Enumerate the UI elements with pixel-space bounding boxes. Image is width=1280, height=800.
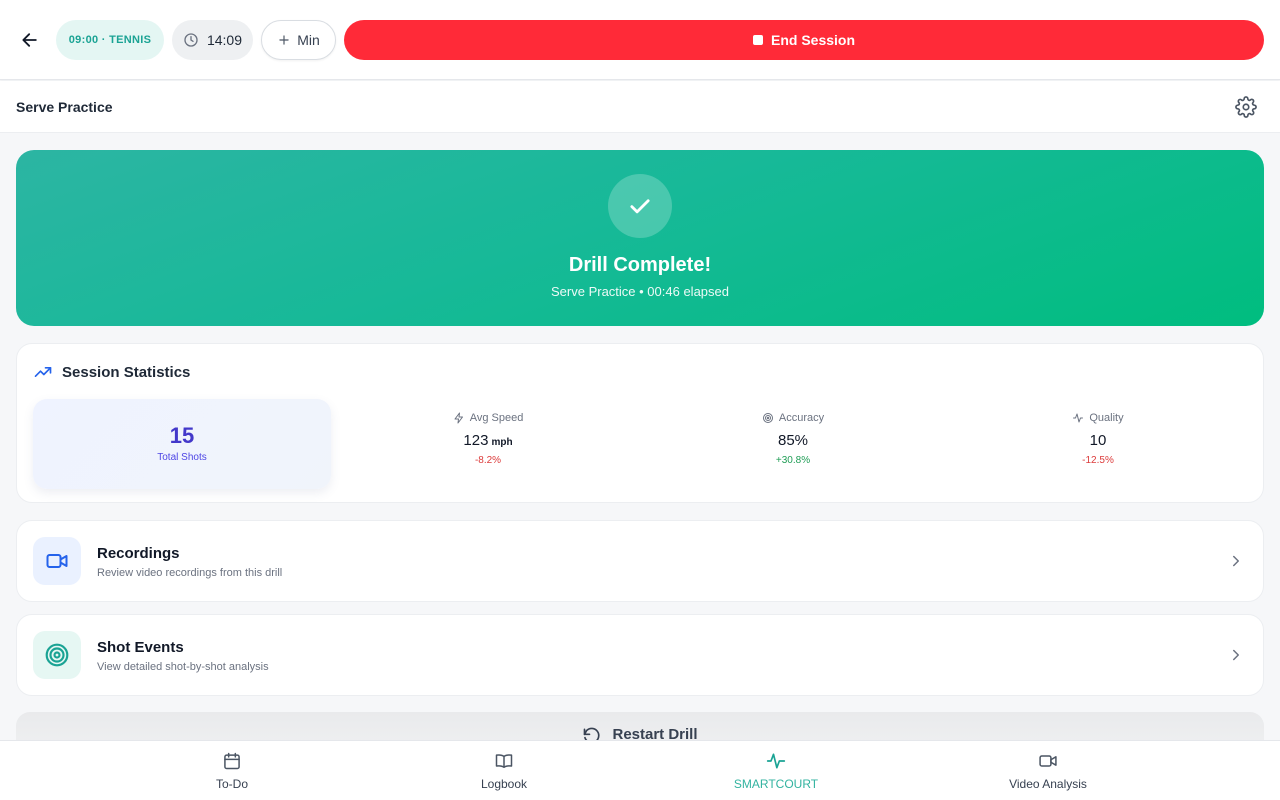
gear-icon [1235, 96, 1257, 118]
stats-header: Session Statistics [33, 362, 190, 382]
stat-unit: mph [491, 437, 513, 448]
shot-events-card[interactable]: Shot Events View detailed shot-by-shot a… [16, 614, 1264, 696]
top-bar: 09:00 · TENNIS 14:09 Min End Session [0, 0, 1280, 80]
nav-label: Video Analysis [1009, 777, 1087, 791]
stat-delta: -8.2% [474, 455, 502, 466]
stats-title: Session Statistics [62, 363, 191, 381]
target-icon [45, 643, 69, 667]
session-sport-badge: 09:00 · TENNIS [56, 20, 164, 60]
end-session-label: End Session [770, 32, 856, 48]
video-icon [1039, 755, 1057, 767]
shot-events-title: Shot Events [97, 639, 184, 656]
clock-icon [184, 33, 198, 47]
arrow-left-icon [22, 33, 37, 47]
chevron-right-icon [1233, 649, 1239, 661]
activity-icon [1073, 413, 1084, 423]
stat-label: Quality [1089, 412, 1124, 424]
shot-events-subtitle: View detailed shot-by-shot analysis [97, 661, 269, 673]
stat-value: 10 [1089, 432, 1107, 449]
add-minute-button[interactable]: Min [261, 20, 336, 60]
drill-complete-banner: Drill Complete! Serve Practice • 00:46 e… [16, 150, 1264, 326]
back-button[interactable] [16, 26, 44, 54]
stat-value: 123 [463, 432, 489, 449]
drill-complete-title: Drill Complete! [568, 254, 712, 276]
total-shots-value: 15 [169, 423, 195, 448]
recordings-card[interactable]: Recordings Review video recordings from … [16, 520, 1264, 602]
drill-title: Serve Practice [16, 99, 113, 115]
add-minute-label: Min [297, 32, 320, 48]
calendar-icon [224, 752, 240, 770]
drill-complete-subtitle: Serve Practice • 00:46 elapsed [551, 284, 729, 299]
target-icon [762, 413, 773, 423]
pulse-icon [766, 753, 786, 769]
nav-item-video-analysis[interactable]: Video Analysis [948, 741, 1148, 800]
recordings-subtitle: Review video recordings from this drill [97, 567, 283, 579]
nav-item-todo[interactable]: To-Do [132, 741, 332, 800]
total-shots-tile: 15 Total Shots [33, 399, 331, 489]
stat-avg-speed: Avg Speed 123 mph -8.2% [388, 412, 588, 466]
nav-label: SMARTCOURT [733, 777, 819, 791]
book-icon [495, 754, 513, 768]
nav-label: To-Do [215, 777, 248, 791]
recordings-title: Recordings [97, 545, 180, 562]
chevron-right-icon [1233, 555, 1239, 567]
nav-item-smartcourt[interactable]: SMARTCOURT [676, 741, 876, 800]
stat-label: Avg Speed [469, 412, 524, 424]
drill-header: Serve Practice [0, 81, 1280, 133]
session-sport-label: 09:00 · TENNIS [68, 34, 152, 46]
stat-delta: +30.8% [775, 455, 811, 466]
nav-label: Logbook [480, 777, 528, 791]
nav-item-logbook[interactable]: Logbook [404, 741, 604, 800]
plus-icon [279, 35, 289, 45]
zap-icon [454, 412, 463, 424]
stat-accuracy: Accuracy 85% +30.8% [693, 412, 893, 466]
trending-up-icon [34, 367, 52, 377]
check-icon [630, 199, 650, 214]
session-timer: 14:09 [172, 20, 253, 60]
stat-delta: -12.5% [1082, 455, 1114, 466]
settings-button[interactable] [1235, 96, 1257, 118]
shot-events-icon-tile [33, 631, 81, 679]
stat-value: 85% [777, 432, 809, 449]
bottom-navigation: To-Do Logbook SMARTCOURT Video Analysis [0, 740, 1280, 800]
total-shots-label: Total Shots [157, 452, 207, 463]
session-statistics-card: Session Statistics 15 Total Shots Avg Sp… [16, 343, 1264, 503]
stat-label: Accuracy [778, 412, 825, 424]
video-icon [46, 554, 68, 568]
recordings-icon-tile [33, 537, 81, 585]
check-circle [608, 174, 672, 238]
stat-quality: Quality 10 -12.5% [998, 412, 1198, 466]
end-session-button[interactable]: End Session [344, 20, 1264, 60]
timer-value: 14:09 [206, 32, 243, 48]
stop-icon [752, 35, 763, 45]
